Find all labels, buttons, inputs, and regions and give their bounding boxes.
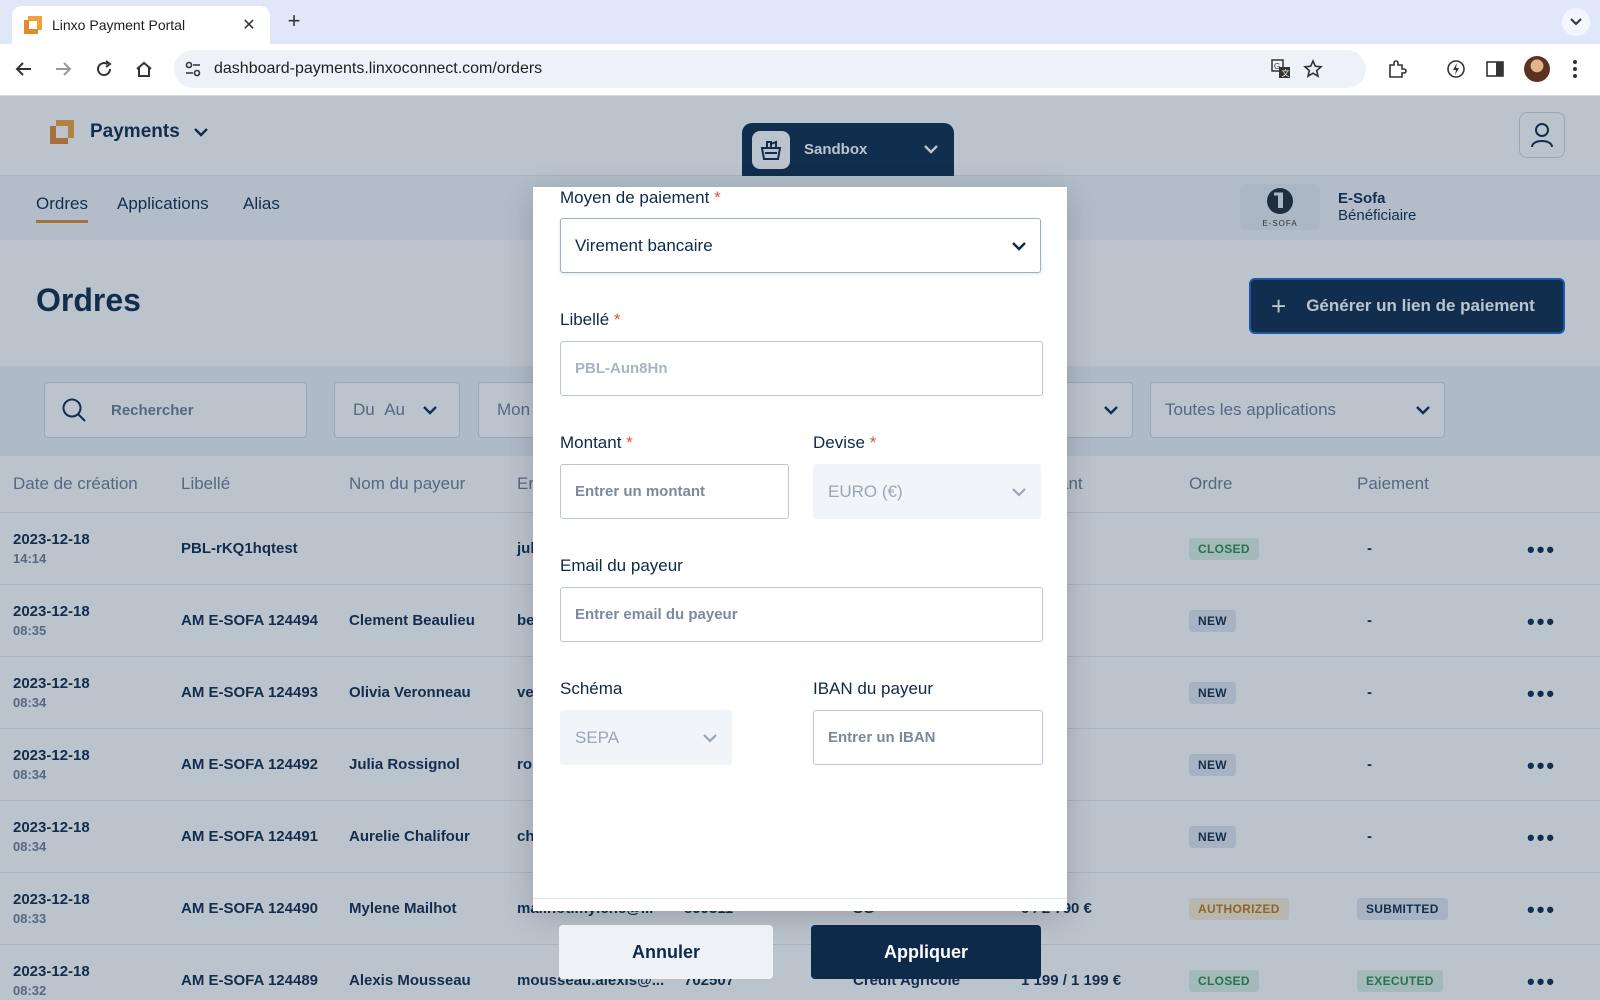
new-tab-icon[interactable]: +: [282, 10, 306, 34]
url-text: dashboard-payments.linxoconnect.com/orde…: [214, 60, 543, 77]
amount-placeholder: Entrer un montant: [575, 483, 705, 500]
reload-icon[interactable]: [91, 56, 117, 82]
label-input[interactable]: PBL-Aun8Hn: [560, 341, 1043, 396]
translate-icon[interactable]: G文: [1268, 56, 1294, 82]
payment-method-label: Moyen de paiement *: [560, 188, 721, 207]
side-panel-icon[interactable]: [1482, 56, 1508, 82]
browser-toolbar: dashboard-payments.linxoconnect.com/orde…: [0, 44, 1600, 96]
currency-select[interactable]: EURO (€): [813, 464, 1041, 519]
modal-divider: [533, 898, 1067, 899]
close-tab-icon[interactable]: ✕: [240, 15, 258, 35]
back-icon[interactable]: [11, 56, 37, 82]
payment-method-select[interactable]: Virement bancaire: [560, 218, 1041, 273]
browser-tab[interactable]: Linxo Payment Portal ✕: [12, 6, 270, 44]
profile-avatar[interactable]: [1524, 56, 1550, 82]
payment-method-value: Virement bancaire: [575, 235, 713, 255]
app: Payments Sandbox Ordres Applications Ali…: [0, 96, 1600, 1000]
payer-email-input[interactable]: Entrer email du payeur: [560, 587, 1043, 642]
payer-iban-input[interactable]: Entrer un IBAN: [813, 710, 1043, 765]
iban-field-label: IBAN du payeur: [813, 679, 934, 698]
currency-field-label: Devise *: [813, 433, 877, 452]
forward-icon[interactable]: [50, 56, 76, 82]
linxo-favicon-icon: [24, 16, 42, 34]
currency-value: EURO (€): [828, 481, 903, 501]
email-field-label: Email du payeur: [560, 556, 683, 575]
cancel-button[interactable]: Annuler: [559, 925, 773, 979]
chevron-down-icon: [1012, 242, 1026, 251]
more-menu-icon[interactable]: [1562, 56, 1588, 82]
scheme-field-label: Schéma: [560, 679, 623, 698]
address-bar[interactable]: dashboard-payments.linxoconnect.com/orde…: [174, 50, 1366, 88]
site-settings-icon[interactable]: [180, 56, 206, 82]
label-field-label: Libellé *: [560, 310, 621, 329]
amount-field-label: Montant *: [560, 433, 633, 452]
chevron-down-icon: [1012, 488, 1026, 497]
email-placeholder: Entrer email du payeur: [575, 606, 738, 623]
amount-input[interactable]: Entrer un montant: [560, 464, 789, 519]
browser-tabstrip: Linxo Payment Portal ✕ +: [0, 0, 1600, 44]
label-placeholder: PBL-Aun8Hn: [575, 360, 668, 377]
scheme-select[interactable]: SEPA: [560, 710, 732, 765]
tab-search-icon[interactable]: [1562, 8, 1590, 36]
generate-link-modal: Moyen de paiement * Virement bancaire Li…: [533, 187, 1067, 979]
apply-button[interactable]: Appliquer: [811, 925, 1041, 979]
iban-placeholder: Entrer un IBAN: [828, 729, 936, 746]
performance-icon[interactable]: [1443, 56, 1469, 82]
svg-text:文: 文: [1282, 68, 1290, 78]
chevron-down-icon: [703, 734, 717, 743]
bookmark-star-icon[interactable]: [1300, 56, 1326, 82]
tab-title: Linxo Payment Portal: [52, 17, 186, 33]
extensions-icon[interactable]: [1384, 56, 1410, 82]
scheme-value: SEPA: [575, 727, 620, 747]
home-icon[interactable]: [131, 56, 157, 82]
